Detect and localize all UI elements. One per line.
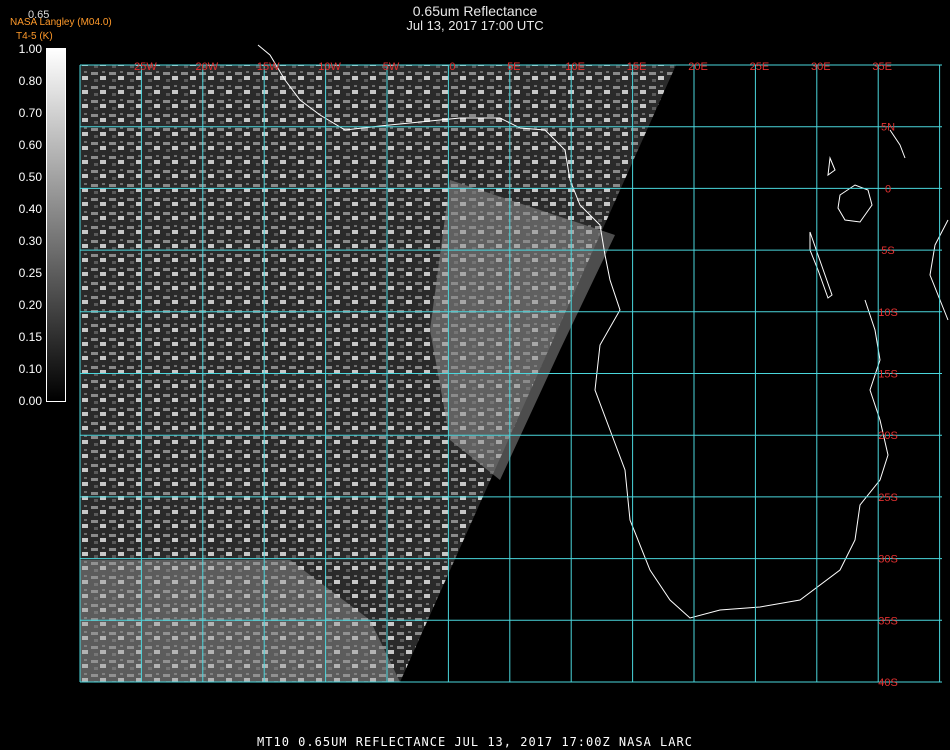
latitude-label: 35S: [878, 615, 898, 627]
ethiopia-border: [889, 129, 906, 159]
longitude-label: 15W: [257, 61, 280, 73]
longitude-label: 25W: [134, 61, 157, 73]
latitude-label: 40S: [878, 677, 898, 689]
latitude-label: 10S: [878, 307, 898, 319]
longitude-label: 5W: [383, 61, 400, 73]
longitude-label: 5E: [507, 61, 520, 73]
lake-turkana: [827, 156, 836, 177]
latitude-label: 15S: [878, 369, 898, 381]
satellite-map: 25W 20W 15W 10W 5W 0 5E 10E 15E 20E 25E 30E 35E 5N 0 5S…: [79, 44, 949, 689]
latitude-label: 20S: [878, 430, 898, 442]
latitude-label: 30S: [878, 554, 898, 566]
longitude-label: 35E: [872, 61, 892, 73]
latitude-label: 0: [885, 183, 891, 195]
lake-victoria: [837, 184, 873, 223]
longitude-label: 25E: [750, 61, 770, 73]
longitude-label: 20W: [195, 61, 218, 73]
latitude-label: 5S: [881, 245, 894, 257]
footer-caption: MT10 0.65UM REFLECTANCE JUL 13, 2017 17:…: [257, 735, 693, 749]
longitude-label: 10E: [565, 61, 585, 73]
lake-tanganyika: [809, 231, 833, 299]
longitude-label: 20E: [688, 61, 708, 73]
latitude-label: 5N: [881, 122, 895, 134]
latitude-label: 25S: [878, 492, 898, 504]
longitude-label: 10W: [318, 61, 341, 73]
longitude-label: 0: [449, 61, 455, 73]
longitude-label: 15E: [627, 61, 647, 73]
east-coast: [929, 219, 949, 321]
longitude-label: 30E: [811, 61, 831, 73]
